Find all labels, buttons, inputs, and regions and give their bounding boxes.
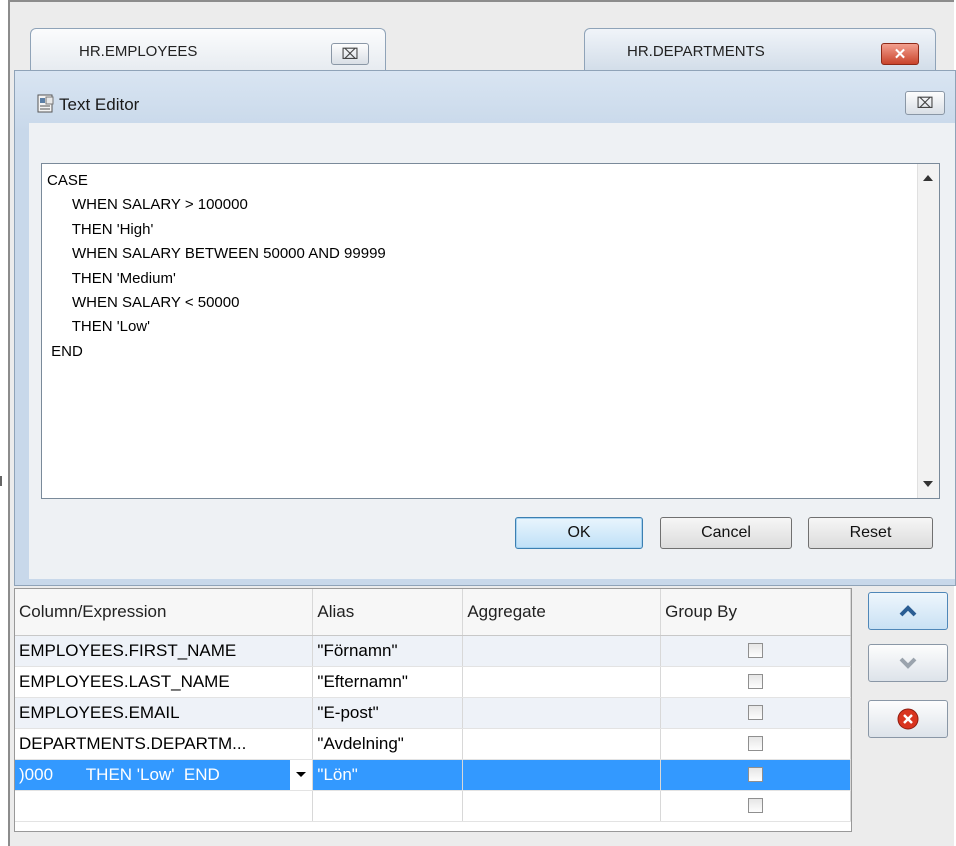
chevron-up-icon bbox=[899, 605, 917, 617]
table-row[interactable]: EMPLOYEES.FIRST_NAME "Förnamn" bbox=[15, 635, 851, 667]
aggregate-cell[interactable] bbox=[462, 635, 662, 667]
editor-content[interactable]: CASE WHEN SALARY > 100000 THEN 'High' WH… bbox=[47, 169, 386, 364]
dropdown-arrow-icon[interactable] bbox=[290, 759, 312, 789]
table-row[interactable]: DEPARTMENTS.DEPARTM... "Avdelning" bbox=[15, 728, 851, 760]
chevron-down-icon bbox=[899, 657, 917, 669]
grid-header-row: Column/Expression Alias Aggregate Group … bbox=[15, 589, 851, 636]
expression-cell[interactable]: DEPARTMENTS.DEPARTM... bbox=[15, 728, 314, 760]
column-header[interactable]: Column/Expression bbox=[15, 589, 314, 636]
group-by-checkbox[interactable] bbox=[748, 767, 764, 782]
aggregate-cell[interactable] bbox=[462, 697, 662, 729]
tab-label: HR.EMPLOYEES bbox=[79, 43, 198, 60]
vertical-scrollbar[interactable] bbox=[917, 164, 939, 498]
table-row[interactable]: EMPLOYEES.LAST_NAME "Efternamn" bbox=[15, 666, 851, 698]
expression-cell[interactable]: EMPLOYEES.LAST_NAME bbox=[15, 666, 314, 698]
column-header[interactable]: Alias bbox=[312, 589, 464, 636]
text-editor-dialog: Text Editor ⌧ CASE WHEN SALARY > 100000 … bbox=[14, 70, 956, 586]
group-by-cell bbox=[660, 635, 851, 667]
alias-cell[interactable]: "Avdelning" bbox=[312, 728, 464, 760]
alias-cell[interactable] bbox=[312, 790, 464, 822]
close-icon[interactable]: ⌧ bbox=[331, 43, 369, 65]
group-by-checkbox[interactable] bbox=[748, 643, 764, 658]
tab-label: HR.DEPARTMENTS bbox=[627, 43, 765, 60]
close-icon[interactable]: ⌧ bbox=[905, 91, 945, 115]
scroll-down-icon[interactable] bbox=[923, 481, 933, 487]
scroll-up-icon[interactable] bbox=[923, 175, 933, 181]
splitter-mark bbox=[0, 476, 2, 486]
group-by-checkbox[interactable] bbox=[748, 798, 764, 813]
aggregate-cell[interactable] bbox=[462, 790, 662, 822]
group-by-checkbox[interactable] bbox=[748, 674, 764, 689]
text-editor-icon bbox=[37, 94, 54, 113]
column-header[interactable]: Group By bbox=[660, 589, 851, 636]
delete-button[interactable] bbox=[868, 700, 948, 738]
aggregate-cell[interactable] bbox=[462, 759, 662, 791]
group-by-checkbox[interactable] bbox=[748, 705, 764, 720]
table-row[interactable] bbox=[15, 790, 851, 822]
expression-cell[interactable]: EMPLOYEES.FIRST_NAME bbox=[15, 635, 314, 667]
expression-editor-text[interactable]: )000 THEN 'Low' END bbox=[19, 765, 220, 784]
aggregate-cell[interactable] bbox=[462, 728, 662, 760]
expression-cell-editor[interactable]: )000 THEN 'Low' END bbox=[15, 759, 314, 791]
alias-cell[interactable]: "Efternamn" bbox=[312, 666, 464, 698]
table-row[interactable]: EMPLOYEES.EMAIL "E-post" bbox=[15, 697, 851, 729]
group-by-checkbox[interactable] bbox=[748, 736, 764, 751]
move-up-button[interactable] bbox=[868, 592, 948, 630]
expression-cell[interactable] bbox=[15, 790, 314, 822]
aggregate-cell[interactable] bbox=[462, 666, 662, 698]
alias-cell[interactable]: "E-post" bbox=[312, 697, 464, 729]
group-by-cell bbox=[660, 666, 851, 698]
group-by-cell bbox=[660, 728, 851, 760]
dialog-title: Text Editor bbox=[59, 95, 140, 114]
expression-cell[interactable]: EMPLOYEES.EMAIL bbox=[15, 697, 314, 729]
move-down-button[interactable] bbox=[868, 644, 948, 682]
group-by-cell bbox=[660, 697, 851, 729]
close-icon[interactable]: ✕ bbox=[881, 43, 919, 65]
cancel-button[interactable]: Cancel bbox=[660, 517, 792, 549]
table-row-selected[interactable]: )000 THEN 'Low' END "Lön" bbox=[15, 759, 851, 791]
columns-grid: Column/Expression Alias Aggregate Group … bbox=[14, 588, 852, 832]
column-header[interactable]: Aggregate bbox=[462, 589, 662, 636]
group-by-cell bbox=[660, 790, 851, 822]
alias-cell[interactable]: "Lön" bbox=[312, 759, 464, 791]
delete-icon bbox=[897, 708, 919, 730]
reset-button[interactable]: Reset bbox=[808, 517, 933, 549]
sql-text-editor[interactable]: CASE WHEN SALARY > 100000 THEN 'High' WH… bbox=[41, 163, 940, 499]
ok-button[interactable]: OK bbox=[515, 517, 643, 549]
alias-cell[interactable]: "Förnamn" bbox=[312, 635, 464, 667]
group-by-cell bbox=[660, 759, 851, 791]
